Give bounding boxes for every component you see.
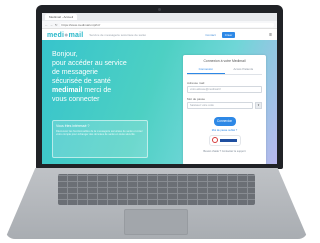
password-row: Saisissez votre code ▾ (187, 102, 262, 109)
browser-tab-bar: Medimail - Accueil (42, 13, 277, 21)
browser-tab[interactable]: Medimail - Accueil (45, 14, 78, 20)
browser-tab-title: Medimail - Accueil (49, 15, 74, 19)
email-label: Adresse mail (187, 81, 205, 85)
info-box-body: Découvrez les fonctionnalités de la mess… (56, 130, 143, 137)
login-tabs: Connexion Accès Patients (187, 66, 262, 75)
forgot-password-link[interactable]: Mot de passe oublié ? (187, 129, 262, 132)
hero-section: Bonjour, pour accéder au service de mess… (42, 40, 277, 164)
menu-icon[interactable]: ≡ (269, 32, 272, 38)
header-tagline: Service de messagerie sécurisée de santé (89, 33, 146, 37)
reload-icon[interactable]: ↻ (55, 23, 58, 27)
url-field[interactable]: https://www.medimail.mipih.fr (59, 22, 274, 27)
card-footer[interactable]: Besoin d'aide ? Contactez le support (187, 150, 262, 153)
info-box-title: Vous êtes intéressé ? (56, 124, 90, 128)
create-account-button[interactable]: Créer (221, 32, 236, 38)
info-box: Vous êtes intéressé ? Découvrez les fonc… (52, 120, 148, 158)
contact-link[interactable]: Contact (205, 33, 215, 37)
connect-button[interactable]: Connexion (213, 117, 236, 126)
login-card: Connexion à votre Medimail Connexion Acc… (183, 55, 266, 164)
back-arrow-icon[interactable]: ← (45, 23, 48, 27)
chevron-down-icon[interactable]: ▾ (255, 102, 262, 109)
tab-acces-patients[interactable]: Accès Patients (225, 66, 263, 74)
laptop-screen: Medimail - Accueil ← → ↻ https://www.med… (42, 13, 277, 164)
webcam-icon (158, 8, 161, 11)
partner-logo (208, 135, 241, 146)
laptop: Medimail - Accueil ← → ↻ https://www.med… (0, 0, 313, 243)
email-field[interactable]: votre.adresse@medimail.fr (187, 86, 262, 93)
keyboard (58, 174, 255, 205)
touchpad (124, 209, 188, 235)
login-card-title: Connexion à votre Medimail (203, 59, 246, 63)
laptop-lid: Medimail - Accueil ← → ↻ https://www.med… (36, 5, 283, 169)
forward-arrow-icon[interactable]: → (50, 23, 53, 27)
browser-address-bar: ← → ↻ https://www.medimail.mipih.fr (42, 21, 277, 29)
hero-welcome-text: Bonjour, pour accéder au service de mess… (52, 51, 127, 103)
hero-brand: medimail (52, 87, 83, 94)
password-label: Mot de passe (187, 97, 206, 101)
tab-connexion[interactable]: Connexion (187, 66, 225, 74)
medimail-logo[interactable]: medi●mail (47, 32, 83, 39)
password-field[interactable]: Saisissez votre code (187, 102, 253, 109)
